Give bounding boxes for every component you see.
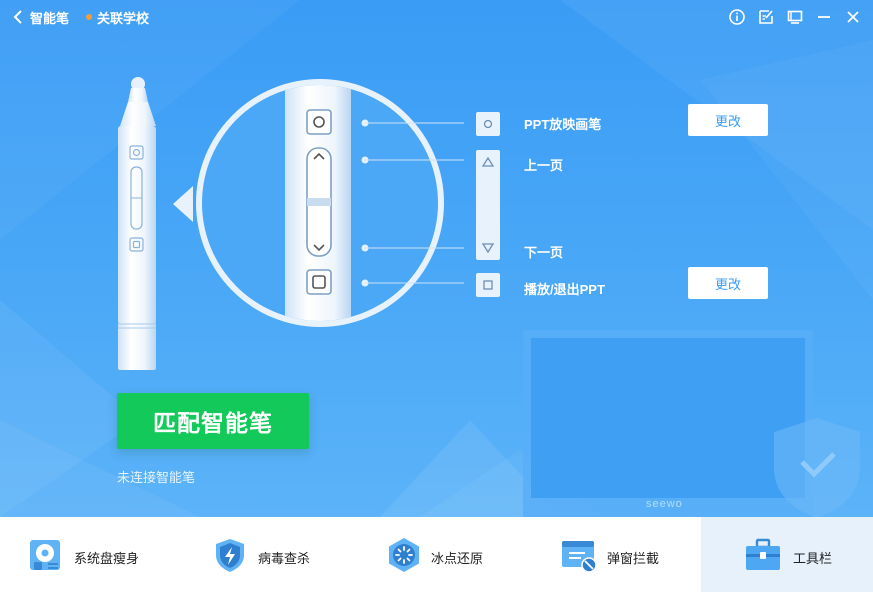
tool-freeze-restore[interactable]: 冰点还原 xyxy=(349,517,524,592)
change-play-exit-button[interactable]: 更改 xyxy=(688,267,768,299)
brand-watermark: seewo xyxy=(646,498,683,510)
tool-virus-scan-label: 病毒查杀 xyxy=(258,551,311,566)
tool-disk-cleanup[interactable]: 系统盘瘦身 xyxy=(0,517,175,592)
title-bar: 智能笔 关联学校 xyxy=(0,0,873,34)
close-icon xyxy=(846,11,859,23)
screen-button[interactable] xyxy=(780,6,809,28)
chevron-left-icon xyxy=(13,10,22,24)
prev-page-label: 上一页 xyxy=(524,158,564,173)
tool-disk-cleanup-label: 系统盘瘦身 xyxy=(74,551,140,566)
link-school-label: 关联学校 xyxy=(97,10,150,26)
match-pen-button[interactable]: 匹配智能笔 xyxy=(117,393,309,449)
monitor-illustration xyxy=(523,330,813,517)
close-button[interactable] xyxy=(838,6,867,28)
tool-freeze-restore-label: 冰点还原 xyxy=(431,551,484,566)
window-controls xyxy=(722,6,867,28)
tool-virus-scan[interactable]: 病毒查杀 xyxy=(175,517,349,592)
tool-popup-block[interactable]: 弹窗拦截 xyxy=(524,517,701,592)
disk-cleanup-icon xyxy=(30,540,60,570)
tool-toolbar[interactable]: 工具栏 xyxy=(701,517,873,592)
key-icons xyxy=(476,112,500,297)
virus-shield-icon xyxy=(216,539,244,572)
connection-status: 未连接智能笔 xyxy=(117,470,196,485)
back-button[interactable]: 智能笔 xyxy=(10,6,69,28)
minimize-icon xyxy=(817,16,830,18)
screen-icon xyxy=(787,10,802,24)
ppt-pen-label: PPT放映画笔 xyxy=(524,117,602,132)
smart-pen-icon xyxy=(118,77,156,370)
feedback-icon xyxy=(758,10,773,24)
popup-block-icon xyxy=(562,541,597,573)
play-exit-label: 播放/退出PPT xyxy=(524,282,605,297)
bottom-toolbar: 系统盘瘦身 病毒查杀 冰点还原 弹窗拦截 工具栏 xyxy=(0,517,873,592)
info-icon xyxy=(728,9,745,25)
smart-pen-illustration xyxy=(110,74,162,374)
link-school[interactable]: 关联学校 xyxy=(86,6,149,28)
info-button[interactable] xyxy=(722,6,751,28)
smart-pen-window: 智能笔 关联学校 PPT放映画笔 上一页 下一页 播放/退出PPT 更改 更改 … xyxy=(0,0,873,592)
feedback-button[interactable] xyxy=(751,6,780,28)
shield-check-icon xyxy=(774,418,860,517)
freeze-restore-icon xyxy=(389,538,419,572)
window-title: 智能笔 xyxy=(30,10,70,26)
change-ppt-pen-button[interactable]: 更改 xyxy=(688,104,768,136)
tool-toolbar-label: 工具栏 xyxy=(793,551,833,566)
hero-panel: 智能笔 关联学校 PPT放映画笔 上一页 下一页 播放/退出PPT 更改 更改 … xyxy=(0,0,873,517)
next-page-label: 下一页 xyxy=(524,245,564,260)
toolbox-icon xyxy=(746,538,780,570)
tool-popup-block-label: 弹窗拦截 xyxy=(607,551,660,566)
notification-dot xyxy=(86,14,92,20)
minimize-button[interactable] xyxy=(809,6,838,28)
